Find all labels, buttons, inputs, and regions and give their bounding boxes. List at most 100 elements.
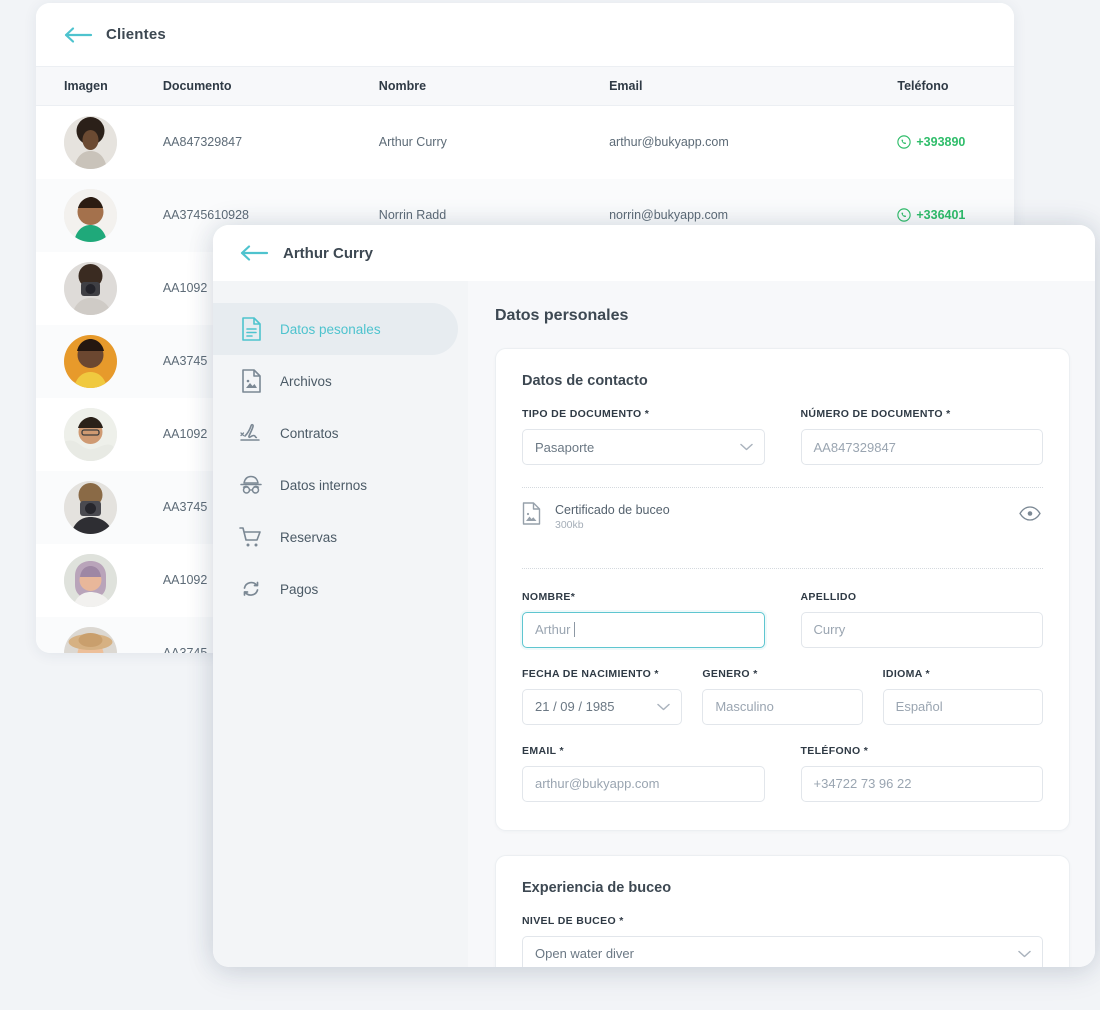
field-label: FECHA DE NACIMIENTO * <box>522 667 659 680</box>
field-fecha-nacimiento: FECHA DE NACIMIENTO * 21 / 09 / 1985 <box>522 667 683 725</box>
sidebar-item-label: Contratos <box>280 425 339 441</box>
avatar <box>64 261 117 315</box>
cell-imagen <box>36 106 163 179</box>
panel-experiencia-de-buceo: Experiencia de buceo NIVEL DE BUCEO * Op… <box>495 854 1070 967</box>
sidebar-item-datos-internos[interactable]: Datos internos <box>213 459 458 511</box>
field-label: NOMBRE* <box>522 590 576 603</box>
back-arrow-icon[interactable] <box>240 244 270 262</box>
eye-icon[interactable] <box>1019 506 1041 526</box>
sidebar-item-label: Datos pesonales <box>280 321 381 337</box>
cell-imagen <box>36 179 163 252</box>
sidebar-item-reservas[interactable]: Reservas <box>213 511 458 563</box>
fecha-nacimiento-select[interactable]: 21 / 09 / 1985 <box>522 688 683 725</box>
divider <box>522 567 1043 569</box>
sidebar-item-archivos[interactable]: Archivos <box>213 355 458 407</box>
whatsapp-icon <box>897 135 912 149</box>
cell-imagen <box>36 325 163 398</box>
app-root: Clientes Imagen Documento Nombre Email T… <box>0 0 1100 1010</box>
back-arrow-icon[interactable] <box>64 26 94 44</box>
table-header-row: Imagen Documento Nombre Email Teléfono <box>36 66 1014 106</box>
avatar <box>64 115 117 169</box>
cell-imagen <box>36 471 163 544</box>
detail-main-pane: Datos personales Datos de contacto TIPO … <box>468 281 1095 967</box>
col-header-imagen[interactable]: Imagen <box>36 66 163 106</box>
cell-imagen <box>36 617 163 653</box>
pane-title: Datos personales <box>495 307 629 324</box>
avatar <box>64 626 117 653</box>
cell-telefono[interactable]: +393890 <box>897 106 1014 179</box>
field-label: TIPO DE DOCUMENTO * <box>522 408 650 420</box>
field-genero: GENERO * Masculino <box>702 667 863 725</box>
input-placeholder: AA847329847 <box>813 439 896 455</box>
panel-datos-de-contacto: Datos de contacto TIPO DE DOCUMENTO * Pa… <box>495 348 1070 831</box>
nombre-input[interactable]: Arthur <box>522 611 765 648</box>
input-placeholder: Curry <box>813 622 846 638</box>
field-numero-documento: NÚMERO DE DOCUMENTO * AA847329847 <box>800 408 1043 465</box>
input-placeholder: +34722 73 96 22 <box>813 776 912 792</box>
sidebar-item-datos-personales[interactable]: Datos pesonales <box>213 303 458 355</box>
tipo-documento-select[interactable]: Pasaporte <box>522 429 765 465</box>
field-nombre: NOMBRE* Arthur <box>522 591 765 648</box>
field-label: GENERO * <box>702 667 758 680</box>
chevron-down-icon <box>657 698 671 716</box>
sidebar-item-contratos[interactable]: Contratos <box>213 407 458 459</box>
whatsapp-icon <box>897 208 912 222</box>
attachment-meta: Certificado de buceo 300kb <box>555 502 1005 531</box>
sidebar-item-label: Archivos <box>280 373 332 389</box>
page-title: Clientes <box>106 26 166 43</box>
refresh-icon <box>238 576 264 602</box>
col-header-telefono[interactable]: Teléfono <box>897 66 1014 106</box>
col-header-documento[interactable]: Documento <box>162 66 379 106</box>
input-placeholder: Español <box>895 699 943 715</box>
attachment-size: 300kb <box>555 518 584 531</box>
avatar <box>64 334 117 388</box>
input-placeholder: Masculino <box>715 699 774 715</box>
detail-header: Arthur Curry <box>213 225 1095 281</box>
chevron-down-icon <box>1018 945 1031 963</box>
field-label: NIVEL DE BUCEO * <box>522 914 624 927</box>
avatar <box>64 553 117 607</box>
cell-documento: AA847329847 <box>162 135 243 150</box>
telefono-input[interactable]: +34722 73 96 22 <box>800 765 1043 802</box>
field-telefono: TELÉFONO * +34722 73 96 22 <box>800 744 1043 802</box>
col-header-nombre[interactable]: Nombre <box>378 66 610 106</box>
field-label: TELÉFONO * <box>800 744 869 757</box>
spy-icon <box>238 472 264 498</box>
avatar <box>64 407 117 461</box>
phone-number: +336401 <box>916 208 966 222</box>
idioma-input[interactable]: Español <box>882 688 1043 725</box>
panel-title: Experiencia de buceo <box>522 879 672 896</box>
field-label: NÚMERO DE DOCUMENTO * <box>800 408 951 420</box>
cell-imagen <box>36 252 163 325</box>
field-tipo-documento: TIPO DE DOCUMENTO * Pasaporte <box>522 408 765 465</box>
sidebar-item-pagos[interactable]: Pagos <box>213 563 458 615</box>
col-header-email[interactable]: Email <box>609 66 898 106</box>
document-image-icon <box>522 502 541 530</box>
avatar <box>64 480 117 534</box>
email-input[interactable]: arthur@bukyapp.com <box>522 765 765 802</box>
cell-imagen <box>36 398 163 471</box>
sidebar-item-label: Pagos <box>280 581 319 597</box>
select-value: 21 / 09 / 1985 <box>535 699 615 715</box>
table-head: Imagen Documento Nombre Email Teléfono <box>36 66 1014 106</box>
avatar <box>64 188 117 242</box>
sidebar-item-label: Reservas <box>280 529 338 545</box>
sidebar-item-label: Datos internos <box>280 477 368 493</box>
clientes-header: Clientes <box>36 3 1014 66</box>
numero-documento-input[interactable]: AA847329847 <box>800 429 1043 465</box>
field-label: APELLIDO <box>800 590 857 603</box>
field-idioma: IDIOMA * Español <box>882 667 1043 725</box>
phone-number: +393890 <box>916 135 966 150</box>
cell-email: arthur@bukyapp.com <box>609 135 729 150</box>
attachment-row[interactable]: Certificado de buceo 300kb <box>522 488 1043 546</box>
panel-title: Datos de contacto <box>522 373 648 389</box>
document-text-icon <box>238 316 264 342</box>
table-row[interactable]: AA847329847 Arthur Curry arthur@bukyapp.… <box>36 106 1014 179</box>
nivel-buceo-select[interactable]: Open water diver <box>522 935 1043 967</box>
apellido-input[interactable]: Curry <box>800 611 1043 648</box>
client-detail-modal: Arthur Curry Datos pesonales Archivos Co… <box>213 225 1095 967</box>
field-label: IDIOMA * <box>882 667 930 680</box>
detail-body: Datos pesonales Archivos Contratos Datos… <box>213 281 1095 967</box>
genero-input[interactable]: Masculino <box>702 688 863 725</box>
detail-title: Arthur Curry <box>283 244 374 262</box>
